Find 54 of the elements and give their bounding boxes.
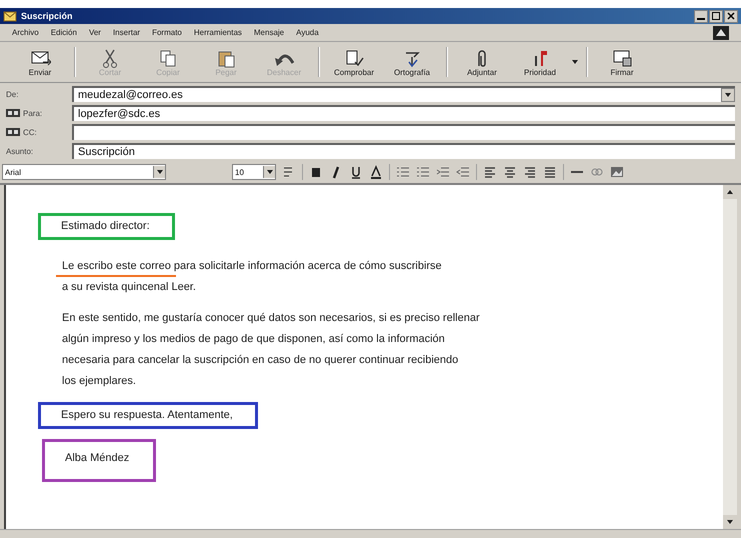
scrollbar[interactable] <box>723 185 737 529</box>
minimize-button[interactable] <box>694 10 708 22</box>
toolbar-button[interactable]: Comprobar <box>326 44 382 80</box>
input-field[interactable]: lopezfer@sdc.es <box>72 105 735 121</box>
paragraph: Estimado director: <box>38 213 175 240</box>
close-icon <box>725 10 737 22</box>
field-label: De: <box>6 90 18 98</box>
envelope-icon <box>3 10 17 22</box>
bold-icon[interactable] <box>309 165 323 179</box>
menu-item[interactable]: Herramientas <box>194 28 242 37</box>
field-label: Para: <box>23 108 42 118</box>
font-color-icon[interactable] <box>369 165 383 179</box>
menu-item[interactable]: Formato <box>152 28 182 37</box>
align-left-icon[interactable] <box>483 165 497 179</box>
increase-indent-icon[interactable] <box>456 165 470 179</box>
underline-icon[interactable] <box>349 165 363 179</box>
field-label: Asunto: <box>6 146 34 156</box>
menu-item[interactable]: Edición <box>50 28 77 37</box>
paragraph: Espero su respuesta. Atentamente, <box>38 402 258 429</box>
close-button[interactable] <box>724 10 738 22</box>
align-center-icon[interactable] <box>503 165 517 179</box>
toolbar-button[interactable]: Ortografía <box>384 44 440 80</box>
menu-item[interactable]: Mensaje <box>254 28 284 37</box>
message-body[interactable] <box>4 185 737 529</box>
decrease-indent-icon[interactable] <box>436 165 450 179</box>
toolbar-button[interactable]: Adjuntar <box>454 44 510 80</box>
size-select[interactable]: 10 <box>232 164 276 180</box>
image-icon[interactable] <box>610 165 624 179</box>
logo-icon <box>713 26 729 40</box>
paragraph: Alba Méndez <box>42 439 156 482</box>
menu-item[interactable]: Ver <box>88 28 101 37</box>
window-title: Suscripción <box>21 11 74 21</box>
menu-item[interactable]: Insertar <box>112 28 140 37</box>
minimize-icon <box>697 18 705 20</box>
maximize-icon <box>710 10 722 22</box>
input-field[interactable] <box>72 124 735 140</box>
bullet-list-icon[interactable] <box>416 165 430 179</box>
paragraph: Le escribo este correo para solicitarle información acerca de cómo suscribirse a su revista quincenal Leer. <box>62 256 442 298</box>
maximize-button[interactable] <box>709 10 723 22</box>
paragraph: En este sentido, me gustaría conocer qué datos son necesarios, si es preciso rellenar algún impreso y los medios de pago de que disponen, así como la información necesaria para cancelar la suscripción en caso de no querer continuar recibiendo los ejemplares. <box>62 311 480 389</box>
menu-item[interactable]: Archivo <box>12 28 39 37</box>
align-right-icon[interactable] <box>523 165 537 179</box>
field-label: CC: <box>23 128 37 136</box>
address-book-icon[interactable] <box>6 127 20 137</box>
toolbar-button[interactable]: Prioridad <box>512 44 568 80</box>
font-select[interactable]: Arial <box>2 164 166 180</box>
numbered-list-icon[interactable] <box>396 165 410 179</box>
input-field[interactable]: Suscripción <box>72 143 735 159</box>
justify-icon[interactable] <box>543 165 557 179</box>
menu-item[interactable]: Ayuda <box>296 28 319 37</box>
input-field[interactable]: meudezal@correo.es <box>72 86 735 102</box>
toolbar-button[interactable]: Enviar <box>12 44 68 80</box>
toolbar-button[interactable]: Firmar <box>594 44 650 80</box>
address-book-icon[interactable] <box>6 108 20 118</box>
